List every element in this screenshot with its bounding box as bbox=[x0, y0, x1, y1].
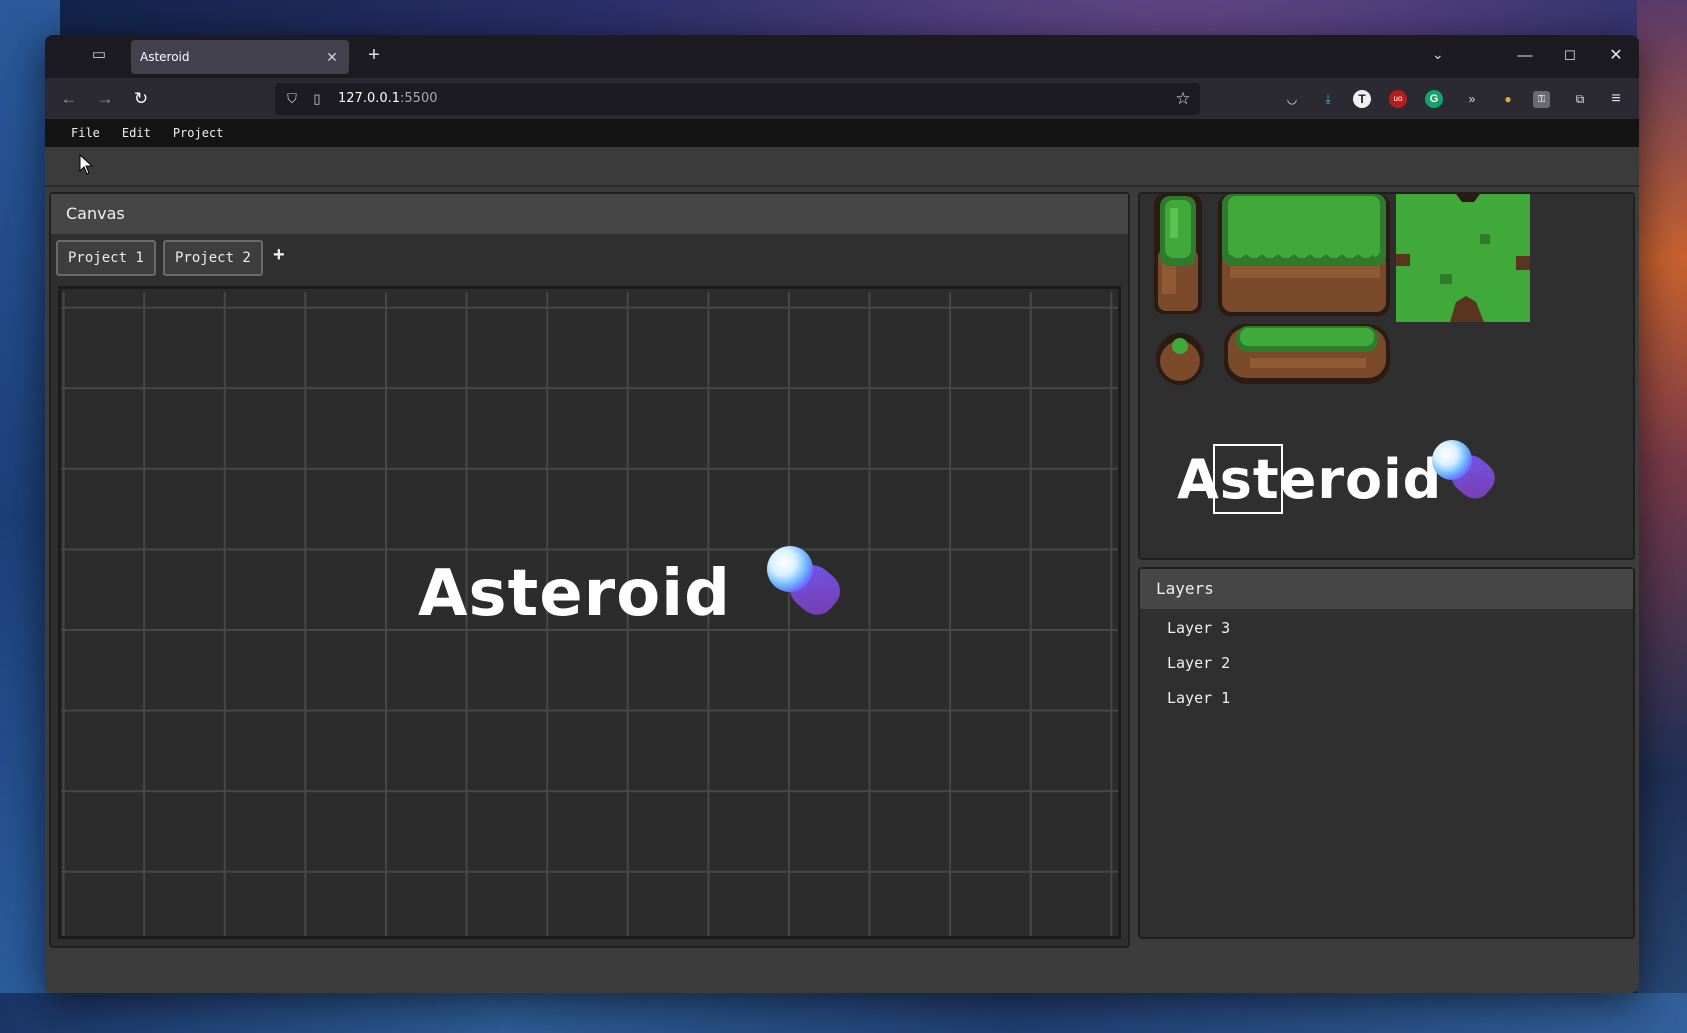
url-host: 127.0.0.1 bbox=[338, 91, 401, 106]
url-bar[interactable]: ⛉ ▯ 127.0.0.1:5500 ☆ bbox=[275, 83, 1200, 115]
add-project-button[interactable]: + bbox=[273, 244, 285, 267]
layer-item-3[interactable]: Layer 3 bbox=[1140, 611, 1633, 646]
menu-file[interactable]: File bbox=[71, 126, 100, 140]
grammarly-icon[interactable]: G bbox=[1425, 90, 1443, 108]
download-icon[interactable]: ⤓ bbox=[1317, 88, 1339, 110]
nav-bar: ← → ↻ ⛉ ▯ 127.0.0.1:5500 ☆ ◡ ⤓ T uo G » … bbox=[45, 78, 1639, 119]
project-tab-2[interactable]: Project 2 bbox=[163, 240, 263, 276]
chevron-down-icon[interactable]: ⌄ bbox=[1432, 46, 1444, 63]
puzzle-icon[interactable]: ⧉ bbox=[1569, 88, 1591, 110]
canvas-logo-text: Asteroid bbox=[418, 557, 731, 631]
forward-skip-icon[interactable]: » bbox=[1461, 88, 1483, 110]
maximize-icon[interactable]: ☐ bbox=[1557, 44, 1583, 68]
close-icon[interactable]: ✕ bbox=[323, 48, 341, 66]
layers-panel: Layers Layer 3 Layer 2 Layer 1 bbox=[1138, 567, 1635, 939]
wallpaper-right bbox=[1637, 0, 1687, 1033]
ublock-icon[interactable]: uo bbox=[1389, 90, 1407, 108]
menu-project[interactable]: Project bbox=[173, 126, 224, 140]
canvas-header: Canvas bbox=[51, 194, 1128, 234]
comet-icon bbox=[767, 546, 848, 626]
key-extension-icon[interactable]: ⚿ bbox=[1533, 91, 1550, 108]
layer-list: Layer 3 Layer 2 Layer 1 bbox=[1140, 609, 1633, 716]
tab-overview-icon[interactable]: ▭ bbox=[89, 45, 109, 65]
new-tab-button[interactable]: + bbox=[363, 45, 385, 67]
cat-extension-icon[interactable]: ● bbox=[1497, 88, 1519, 110]
menu-edit[interactable]: Edit bbox=[122, 126, 151, 140]
mouse-cursor-icon bbox=[79, 154, 94, 175]
star-icon[interactable]: ☆ bbox=[1172, 88, 1194, 110]
shield-icon[interactable]: ⛉ bbox=[283, 89, 301, 109]
page-icon[interactable]: ▯ bbox=[309, 89, 325, 109]
url-text[interactable]: 127.0.0.1:5500 bbox=[338, 91, 438, 106]
canvas-panel: Canvas Project 1 Project 2 + Asteroid bbox=[49, 192, 1130, 948]
tile-selection-box[interactable] bbox=[1213, 444, 1283, 514]
tab-strip: ▭ Asteroid ✕ + ⌄ — ☐ ✕ bbox=[45, 35, 1639, 78]
hamburger-menu-icon[interactable]: ≡ bbox=[1605, 88, 1627, 110]
url-port: :5500 bbox=[400, 91, 438, 106]
layers-header: Layers bbox=[1140, 569, 1633, 609]
forward-arrow-icon[interactable]: → bbox=[93, 87, 117, 111]
project-tab-1[interactable]: Project 1 bbox=[56, 240, 156, 276]
canvas-grid[interactable]: Asteroid bbox=[58, 286, 1121, 939]
window-close-icon[interactable]: ✕ bbox=[1603, 44, 1629, 68]
tab-title: Asteroid bbox=[140, 50, 190, 64]
app-toolbar bbox=[45, 147, 1639, 187]
browser-tab[interactable]: Asteroid ✕ bbox=[131, 40, 349, 74]
layer-item-2[interactable]: Layer 2 bbox=[1140, 646, 1633, 681]
minimize-icon[interactable]: — bbox=[1512, 44, 1538, 68]
project-tabs: Project 1 Project 2 + bbox=[51, 234, 1128, 284]
pocket-icon[interactable]: ◡ bbox=[1281, 88, 1303, 110]
back-arrow-icon[interactable]: ← bbox=[57, 87, 81, 111]
reload-icon[interactable]: ↻ bbox=[129, 87, 153, 111]
t-extension-icon[interactable]: T bbox=[1353, 90, 1371, 108]
spritesheet-panel[interactable]: Asteroid bbox=[1138, 192, 1635, 560]
wallpaper-bottom bbox=[0, 993, 1687, 1033]
app-menu-bar: File Edit Project bbox=[45, 119, 1639, 147]
browser-window: ▭ Asteroid ✕ + ⌄ — ☐ ✕ ← → ↻ ⛉ ▯ 127.0.0… bbox=[45, 35, 1639, 993]
spritesheet-comet-icon bbox=[1432, 440, 1502, 510]
layer-item-1[interactable]: Layer 1 bbox=[1140, 681, 1633, 716]
